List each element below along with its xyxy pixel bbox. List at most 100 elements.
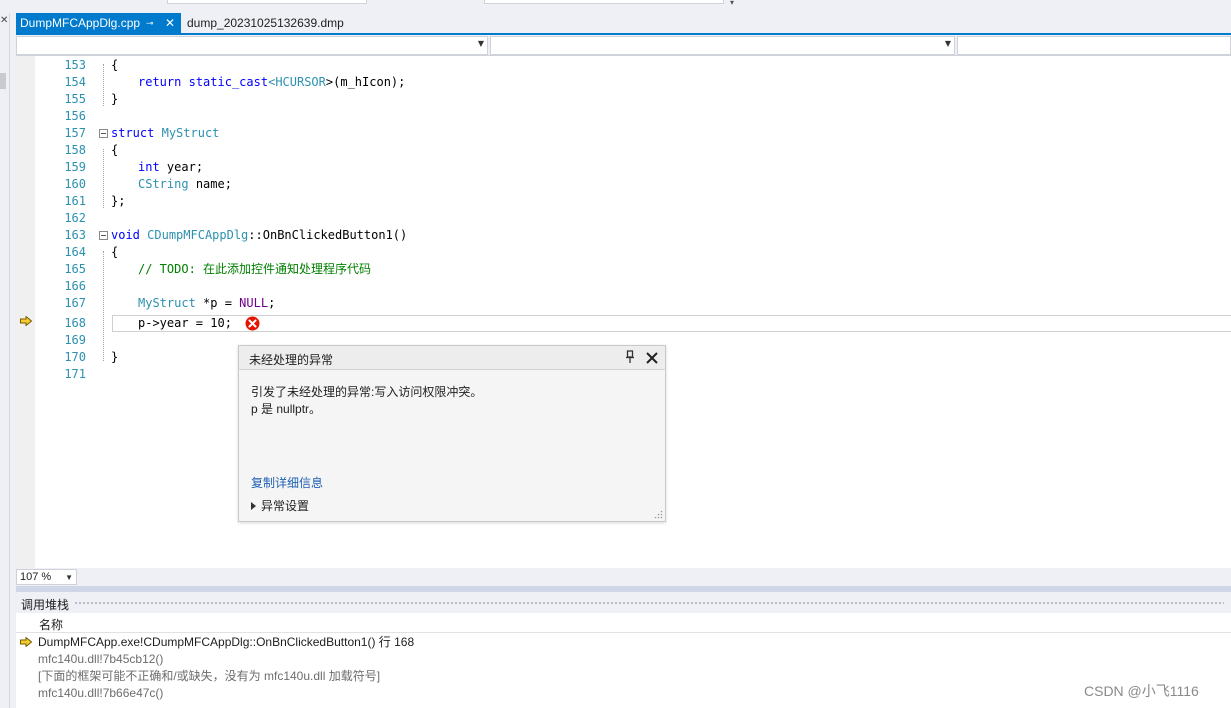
tab-label: DumpMFCAppDlg.cpp [20,16,141,30]
line-number: 163 [64,228,86,242]
code-text: }; [111,194,126,208]
code-line[interactable]: 163 void CDumpMFCAppDlg::OnBnClickedButt… [35,227,1231,244]
member-dropdown[interactable] [957,36,1231,55]
call-stack-row[interactable]: mfc140u.dll!7b45cb12() [16,651,1231,668]
code-line[interactable]: 167 MyStruct *p = NULL; [35,295,1231,312]
call-stack-panel: 调用堆栈 名称 DumpMFCApp.exe!CDumpMFCAppDlg::O… [16,592,1231,708]
side-tab-marker[interactable] [0,73,6,89]
code-line[interactable]: 164 { [35,244,1231,261]
line-number: 158 [64,143,86,157]
call-stack-row[interactable] [16,702,1231,708]
code-line-current[interactable]: 168 p->year = 10; [35,315,1231,332]
exception-settings-label: 异常设置 [261,499,310,513]
code-text: return static_cast<HCURSOR>(m_hIcon); [138,75,406,89]
call-stack-row[interactable]: mfc140u.dll!7b66e47c() [16,685,1231,702]
column-name-header[interactable]: 名称 [39,616,63,633]
code-line[interactable]: 156 [35,108,1231,125]
popup-header: 未经处理的异常 [239,346,665,370]
line-number: 155 [64,92,86,106]
current-statement-arrow-icon [20,316,32,326]
line-number: 159 [64,160,86,174]
exception-detail: p 是 nullptr。 [251,402,322,416]
close-icon[interactable]: ✕ [0,15,8,26]
line-number: 170 [64,350,86,364]
frame-name: mfc140u.dll!7b45cb12() [38,652,164,666]
code-line[interactable]: 159 int year; [35,159,1231,176]
zoom-dropdown[interactable]: 107 % ▼ [16,569,77,585]
code-text: { [111,58,119,72]
line-number: 156 [64,109,86,123]
line-number: 160 [64,177,86,191]
line-number: 161 [64,194,86,208]
chevron-down-icon: ▼ [944,39,951,48]
drag-grip[interactable] [74,601,1224,605]
panel-titlebar[interactable]: 调用堆栈 [16,592,1231,613]
toolbar-combo-fragment[interactable] [167,0,367,4]
error-icon[interactable] [245,316,260,331]
frame-name: DumpMFCApp.exe!CDumpMFCAppDlg::OnBnClick… [38,635,415,649]
line-number: 157 [64,126,86,140]
resize-grip-icon[interactable] [654,510,663,519]
tab-dump-file[interactable]: dump_20231025132639.dmp [183,13,348,33]
watermark: CSDN @小飞1116 [1084,683,1199,699]
code-text: CString name; [138,177,232,191]
code-text: void CDumpMFCAppDlg::OnBnClickedButton1(… [111,228,408,242]
line-number: 153 [64,58,86,72]
line-number: 162 [64,211,86,225]
pin-icon[interactable] [625,350,635,364]
column-header: 名称 [16,613,1231,633]
frame-name: [下面的框架可能不正确和/或缺失，没有为 mfc140u.dll 加载符号] [38,669,381,683]
left-tool-strip: ✕ [0,13,10,708]
call-stack-row[interactable]: DumpMFCApp.exe!CDumpMFCAppDlg::OnBnClick… [16,634,1231,651]
code-line[interactable]: 153 { [35,57,1231,74]
project-dropdown[interactable]: ▼ [16,36,488,55]
line-number: 167 [64,296,86,310]
code-line[interactable]: 161 }; [35,193,1231,210]
code-text: MyStruct *p = NULL; [138,296,276,310]
tab-label: dump_20231025132639.dmp [187,16,344,30]
exception-message: 引发了未经处理的异常:写入访问权限冲突。 [251,385,483,399]
exception-settings-expander[interactable]: 异常设置 [251,497,309,514]
code-line[interactable]: 157 struct MyStruct [35,125,1231,142]
horizontal-scrollbar[interactable] [80,572,1231,582]
frame-name: mfc140u.dll!7b66e47c() [38,686,164,700]
line-number: 168 [64,316,86,330]
call-stack-row[interactable]: [下面的框架可能不正确和/或缺失，没有为 mfc140u.dll 加载符号] [16,668,1231,685]
pin-icon[interactable]: ⊸ [146,13,154,33]
code-comment: // TODO: 在此添加控件通知处理程序代码 [138,262,372,276]
close-icon[interactable] [645,351,659,365]
toolbar-combo-fragment[interactable] [484,0,724,4]
close-icon[interactable]: ✕ [165,13,175,33]
code-text: int year; [138,160,204,174]
tab-dumpmfcappdlg-cpp[interactable]: DumpMFCAppDlg.cpp ⊸ ✕ [16,13,181,33]
code-line[interactable]: 155 } [35,91,1231,108]
code-line[interactable]: 160 CString name; [35,176,1231,193]
code-line[interactable]: 165 // TODO: 在此添加控件通知处理程序代码 [35,261,1231,278]
document-tab-bar: DumpMFCAppDlg.cpp ⊸ ✕ dump_2023102513263… [16,13,1231,33]
code-text: } [111,92,119,106]
expand-triangle-icon [251,502,256,510]
code-line[interactable]: 166 [35,278,1231,295]
navigation-bar: ▼ ▼ [16,35,1231,56]
indicator-margin[interactable] [16,56,35,568]
current-statement-arrow-icon [20,637,32,647]
code-text: } [111,350,119,364]
code-line[interactable]: 162 [35,210,1231,227]
editor-status-bar: 107 % ▼ [16,568,1231,586]
line-number: 171 [64,367,86,381]
scope-dropdown[interactable]: ▼ [490,36,955,55]
chevron-down-icon[interactable]: ▾ [730,0,734,7]
line-number: 165 [64,262,86,276]
copy-details-link[interactable]: 复制详细信息 [251,474,323,491]
panel-title: 调用堆栈 [21,598,70,612]
code-text: { [111,245,119,259]
code-text: struct MyStruct [111,126,220,140]
chevron-down-icon: ▼ [477,39,484,48]
zoom-value: 107 % [20,571,52,583]
collapse-icon[interactable] [99,231,108,240]
line-number: 164 [64,245,86,259]
chevron-down-icon: ▼ [65,573,73,582]
code-line[interactable]: 158 { [35,142,1231,159]
code-line[interactable]: 154 return static_cast<HCURSOR>(m_hIcon)… [35,74,1231,91]
collapse-icon[interactable] [99,129,108,138]
